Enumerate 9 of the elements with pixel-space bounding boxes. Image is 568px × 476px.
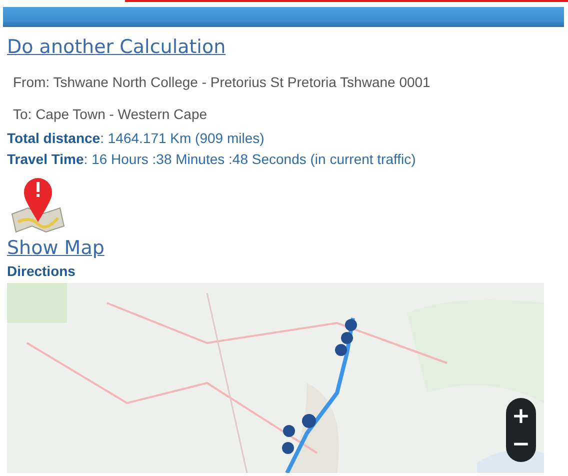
- calculation-link[interactable]: Do another Calculation: [7, 35, 226, 59]
- show-map-link[interactable]: Show Map: [7, 236, 104, 260]
- summary-text: Total distance: 1464.171 Km (909 miles): [7, 129, 266, 148]
- zoom-in-button[interactable]: +: [506, 402, 536, 430]
- summary-text: Travel Time: 16 Hours :38 Minutes :48 Seconds (in current traffic): [7, 150, 417, 169]
- zoom-out-button[interactable]: −: [506, 430, 536, 458]
- from-text: From: Tshwane North College - Pretorius St Pretoria Tshwane 0001: [12, 73, 432, 91]
- to-text: To: Cape Town - Western Cape: [12, 105, 208, 123]
- directions-heading: Directions: [7, 262, 76, 280]
